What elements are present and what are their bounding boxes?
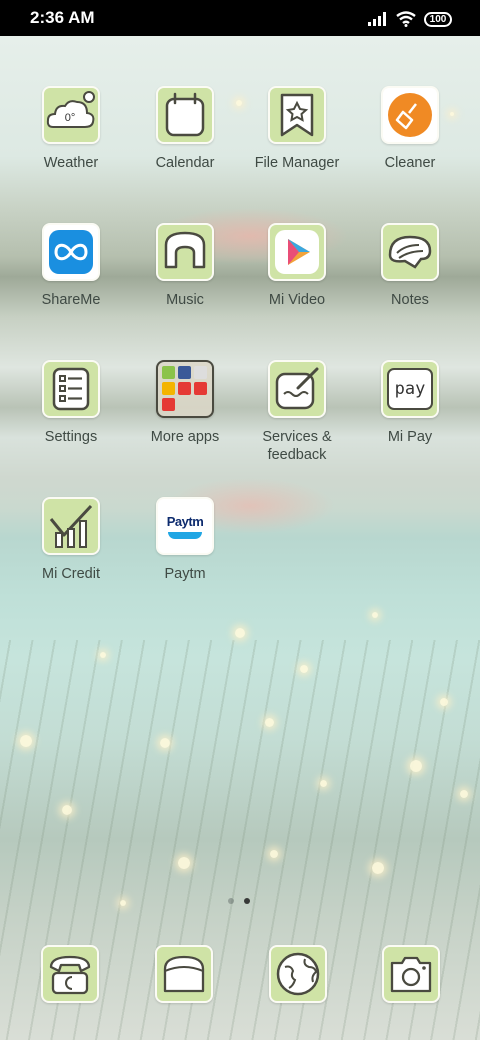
notes-icon [388, 235, 432, 269]
dock-phone[interactable] [40, 945, 100, 1003]
app-calendar[interactable]: Calendar [130, 86, 240, 172]
app-file-manager[interactable]: File Manager [242, 86, 352, 172]
app-label-shareme: ShareMe [41, 292, 101, 308]
status-time: 2:36 AM [30, 8, 95, 27]
browser-icon [276, 952, 320, 996]
app-label-services-feedback: Services & feedback [262, 429, 332, 463]
weather-icon: 0° [46, 91, 95, 128]
signal-icon [368, 12, 386, 26]
dock-camera[interactable] [381, 945, 441, 1003]
cleaner-icon [388, 93, 432, 137]
status-bar: 2:36 AM 100 [0, 0, 480, 36]
app-mi-pay[interactable]: pay Mi Pay [355, 360, 465, 446]
app-label-mi-pay: Mi Pay [387, 429, 433, 445]
app-paytm[interactable]: Paytm Paytm [130, 497, 240, 583]
app-label-notes: Notes [391, 292, 429, 308]
app-music[interactable]: Music [130, 223, 240, 309]
camera-icon [390, 956, 432, 993]
dock-messages[interactable] [154, 945, 214, 1003]
app-notes[interactable]: Notes [355, 223, 465, 309]
app-mi-credit[interactable]: Mi Credit [16, 497, 126, 583]
mi-pay-icon: pay [387, 368, 433, 410]
shareme-icon [49, 230, 93, 274]
battery-icon: 100 [424, 11, 452, 27]
calendar-icon [165, 92, 205, 137]
app-label-calendar: Calendar [155, 155, 215, 171]
page-indicator [228, 898, 250, 904]
app-label-file-manager: File Manager [254, 155, 340, 171]
app-mi-video[interactable]: Mi Video [242, 223, 352, 309]
services-feedback-icon [275, 367, 319, 410]
app-label-weather: Weather [43, 155, 99, 171]
wifi-icon [396, 11, 416, 27]
mi-credit-icon [49, 504, 93, 548]
messages-icon [163, 955, 205, 993]
app-folder-more-apps[interactable]: More apps [130, 360, 240, 446]
app-label-mi-credit: Mi Credit [41, 566, 100, 582]
page-dot-1[interactable] [228, 898, 234, 904]
app-weather[interactable]: 0° Weather [16, 86, 126, 172]
app-label-settings: Settings [44, 429, 98, 445]
file-manager-icon [280, 93, 314, 137]
app-shareme[interactable]: ShareMe [16, 223, 126, 309]
app-label-music: Music [166, 292, 204, 308]
app-label-paytm: Paytm [164, 566, 206, 582]
dock-browser[interactable] [268, 945, 328, 1003]
app-label-mi-video: Mi Video [268, 292, 326, 308]
svg-text:0°: 0° [65, 112, 76, 124]
mi-video-icon [275, 230, 319, 274]
app-label-more-apps: More apps [150, 429, 220, 445]
folder-icon [162, 366, 207, 411]
app-services-feedback[interactable]: Services & feedback [242, 360, 352, 464]
page-dot-2[interactable] [244, 898, 250, 904]
app-settings[interactable]: Settings [16, 360, 126, 446]
phone-icon [49, 955, 91, 995]
app-cleaner[interactable]: Cleaner [355, 86, 465, 172]
music-icon [164, 231, 206, 269]
settings-icon [52, 367, 90, 411]
app-label-cleaner: Cleaner [384, 155, 436, 171]
paytm-icon: Paytm [160, 501, 210, 551]
